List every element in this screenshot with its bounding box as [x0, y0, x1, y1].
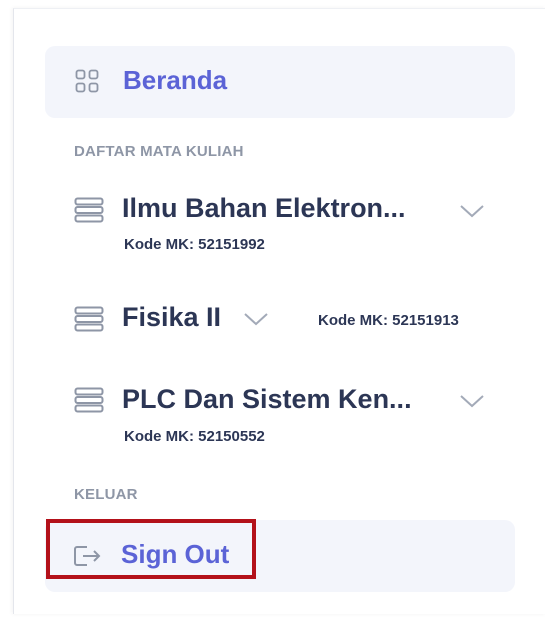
course-title: Ilmu Bahan Elektron...: [122, 193, 406, 223]
sidebar-item-label: Beranda: [123, 65, 228, 95]
course-title: Fisika II: [122, 302, 222, 332]
chevron-down-icon[interactable]: [459, 203, 485, 219]
course-title: PLC Dan Sistem Ken...: [122, 384, 412, 414]
course-code: Kode MK: 52150552: [124, 428, 265, 445]
server-stack-icon: [74, 387, 104, 413]
sign-out-label: Sign Out: [121, 539, 230, 569]
course-code: Kode MK: 52151913: [318, 312, 459, 329]
grid-icon: [75, 69, 99, 93]
server-stack-icon: [74, 197, 104, 223]
section-heading-logout: KELUAR: [74, 486, 138, 503]
course-code: Kode MK: 52151992: [124, 236, 265, 253]
sign-out-button[interactable]: Sign Out: [45, 520, 515, 592]
sidebar-item-beranda[interactable]: Beranda: [45, 46, 515, 118]
section-heading-courses: DAFTAR MATA KULIAH: [74, 143, 244, 160]
sign-out-icon: [74, 546, 101, 566]
server-stack-icon: [74, 306, 104, 332]
chevron-down-icon[interactable]: [243, 311, 269, 327]
chevron-down-icon[interactable]: [459, 393, 485, 409]
